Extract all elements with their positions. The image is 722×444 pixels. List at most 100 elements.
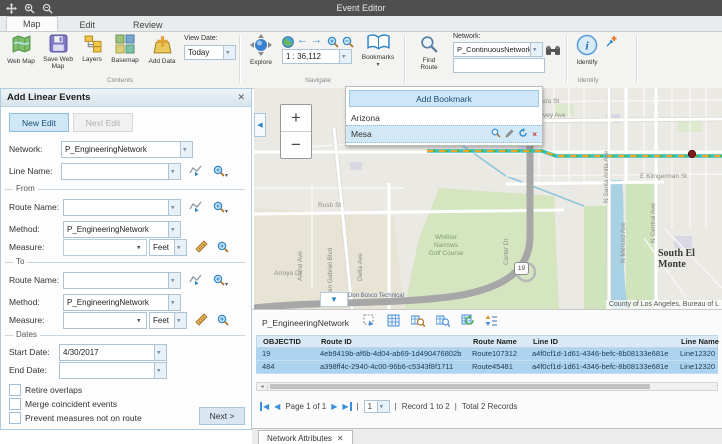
- scrollbar-thumb[interactable]: [270, 384, 650, 389]
- next-page-icon[interactable]: ▶: [331, 402, 337, 411]
- refresh-table-icon[interactable]: [461, 314, 474, 332]
- retire-overlaps-checkbox[interactable]: [9, 384, 21, 396]
- bookmark-item[interactable]: Arizona: [346, 110, 542, 125]
- table-row[interactable]: 19 4eb9419b-af6b-4d04-ab69-1d490476802b …: [256, 348, 718, 361]
- dropdown-caret-icon[interactable]: [168, 222, 180, 237]
- next-button[interactable]: Next >: [199, 407, 245, 425]
- view-date-select[interactable]: Today: [184, 45, 236, 60]
- bookmark-item-selected[interactable]: Mesa ×: [346, 125, 542, 143]
- attribute-table-icon[interactable]: [387, 314, 400, 332]
- sort-records-icon[interactable]: [485, 314, 498, 332]
- column-header[interactable]: Route ID: [321, 337, 352, 346]
- collapse-table-button[interactable]: ▼: [320, 292, 348, 307]
- to-measure-input[interactable]: [63, 312, 147, 329]
- web-map-button[interactable]: Web Map: [4, 34, 38, 65]
- from-method-select[interactable]: P_EngineeringNetwork: [63, 221, 181, 238]
- dropdown-caret-icon[interactable]: [530, 43, 542, 56]
- select-route-on-map-icon[interactable]: [189, 200, 202, 218]
- find-route-button[interactable]: Find Route: [411, 35, 447, 71]
- zoom-in-button[interactable]: +: [281, 105, 311, 132]
- dropdown-caret-icon[interactable]: [377, 401, 389, 412]
- prevent-measures-label: Prevent measures not on route: [25, 413, 142, 423]
- scroll-left-icon[interactable]: ◂: [257, 383, 268, 390]
- pan-to-selected-icon[interactable]: [436, 314, 450, 332]
- from-unit-select[interactable]: Feet: [149, 239, 187, 256]
- select-line-on-map-icon[interactable]: [189, 164, 202, 182]
- horizontal-scrollbar[interactable]: ◂: [256, 382, 718, 391]
- dropdown-caret-icon[interactable]: [168, 200, 180, 215]
- layers-button[interactable]: Layers: [78, 34, 106, 63]
- dropdown-caret-icon[interactable]: [174, 240, 186, 255]
- combo-caret-icon[interactable]: [136, 240, 146, 255]
- column-header[interactable]: Route Name: [473, 337, 517, 346]
- dropdown-caret-icon[interactable]: [223, 46, 235, 59]
- dropdown-caret-icon[interactable]: [174, 313, 186, 328]
- tab-network-attributes[interactable]: Network Attributes ✕: [258, 430, 353, 444]
- tab-review[interactable]: Review: [117, 18, 179, 31]
- to-method-select[interactable]: P_EngineeringNetwork: [63, 294, 181, 311]
- zoom-to-selected-icon[interactable]: [411, 314, 425, 332]
- select-records-icon[interactable]: [363, 314, 376, 332]
- first-page-icon[interactable]: ◀: [260, 402, 269, 411]
- bookmarks-button[interactable]: Bookmarks ▾: [356, 34, 400, 68]
- dropdown-caret-icon[interactable]: [168, 164, 180, 179]
- dropdown-caret-icon[interactable]: [154, 345, 166, 360]
- column-header[interactable]: OBJECTID: [263, 337, 301, 346]
- column-header[interactable]: Line ID: [533, 337, 558, 346]
- save-web-map-button[interactable]: Save Web Map: [41, 34, 75, 70]
- dropdown-caret-icon[interactable]: [168, 295, 180, 310]
- to-unit-select[interactable]: Feet: [149, 312, 187, 329]
- close-tab-icon[interactable]: ✕: [337, 434, 344, 443]
- to-route-name-select[interactable]: [63, 272, 181, 289]
- last-page-icon[interactable]: ▶: [342, 402, 351, 411]
- tab-map[interactable]: Map: [6, 16, 58, 31]
- ruler-icon[interactable]: [195, 313, 208, 331]
- zoom-options-icon[interactable]: ▾: [213, 200, 228, 218]
- ruler-icon[interactable]: [195, 240, 208, 258]
- new-edit-button[interactable]: New Edit: [9, 113, 69, 132]
- scale-select[interactable]: 1 : 36,112: [282, 49, 352, 64]
- binoculars-icon[interactable]: [546, 43, 560, 61]
- route-search-input[interactable]: [453, 58, 545, 73]
- line-name-select[interactable]: [61, 163, 181, 180]
- prevent-measures-checkbox[interactable]: [9, 412, 21, 424]
- from-route-name-select[interactable]: [63, 199, 181, 216]
- identify-tool-icon[interactable]: [605, 35, 618, 53]
- explore-button[interactable]: Explore: [246, 34, 276, 66]
- measure-zoom-icon[interactable]: [217, 240, 229, 258]
- dropdown-caret-icon[interactable]: [168, 273, 180, 288]
- merge-coincident-checkbox[interactable]: [9, 398, 21, 410]
- from-measure-input[interactable]: [63, 239, 147, 256]
- identify-button[interactable]: i Identify: [572, 34, 602, 66]
- bookmark-refresh-icon[interactable]: [518, 128, 528, 140]
- dropdown-caret-icon[interactable]: [180, 142, 192, 157]
- zoom-options-icon[interactable]: ▾: [213, 273, 228, 291]
- bookmark-zoom-icon[interactable]: [491, 128, 501, 140]
- dropdown-caret-icon[interactable]: [154, 363, 166, 378]
- forward-arrow-icon[interactable]: →: [311, 34, 322, 46]
- combo-caret-icon[interactable]: [136, 313, 146, 328]
- measure-zoom-icon[interactable]: [217, 313, 229, 331]
- panel-close-icon[interactable]: ✕: [237, 92, 245, 103]
- bookmark-delete-icon[interactable]: ×: [532, 130, 537, 139]
- zoom-options-icon[interactable]: ▾: [213, 164, 228, 182]
- collapse-panel-button[interactable]: ◀: [254, 113, 266, 137]
- next-edit-button[interactable]: Next Edit: [73, 113, 133, 132]
- page-number-select[interactable]: 1: [364, 400, 390, 413]
- select-route-on-map-icon[interactable]: [189, 273, 202, 291]
- dropdown-caret-icon[interactable]: [339, 50, 351, 63]
- basemap-button[interactable]: Basemap: [108, 34, 142, 64]
- add-bookmark-button[interactable]: Add Bookmark: [349, 90, 539, 107]
- network-ribbon-select[interactable]: P_ContinuousNetwork: [453, 42, 543, 57]
- tab-edit[interactable]: Edit: [64, 18, 112, 31]
- end-date-select[interactable]: [59, 362, 167, 379]
- bookmark-edit-icon[interactable]: [505, 129, 514, 140]
- network-select[interactable]: P_EngineeringNetwork: [61, 141, 193, 158]
- back-arrow-icon[interactable]: ←: [297, 34, 308, 46]
- zoom-out-button[interactable]: −: [281, 132, 311, 158]
- add-data-button[interactable]: Add Data: [144, 34, 180, 65]
- start-date-select[interactable]: 4/30/2017: [59, 344, 167, 361]
- table-row[interactable]: 484 a398ff4c-2940-4c00-96b6-c5343f8f1711…: [256, 361, 718, 374]
- prev-page-icon[interactable]: ◀: [274, 402, 280, 411]
- column-header[interactable]: Line Name: [681, 337, 719, 346]
